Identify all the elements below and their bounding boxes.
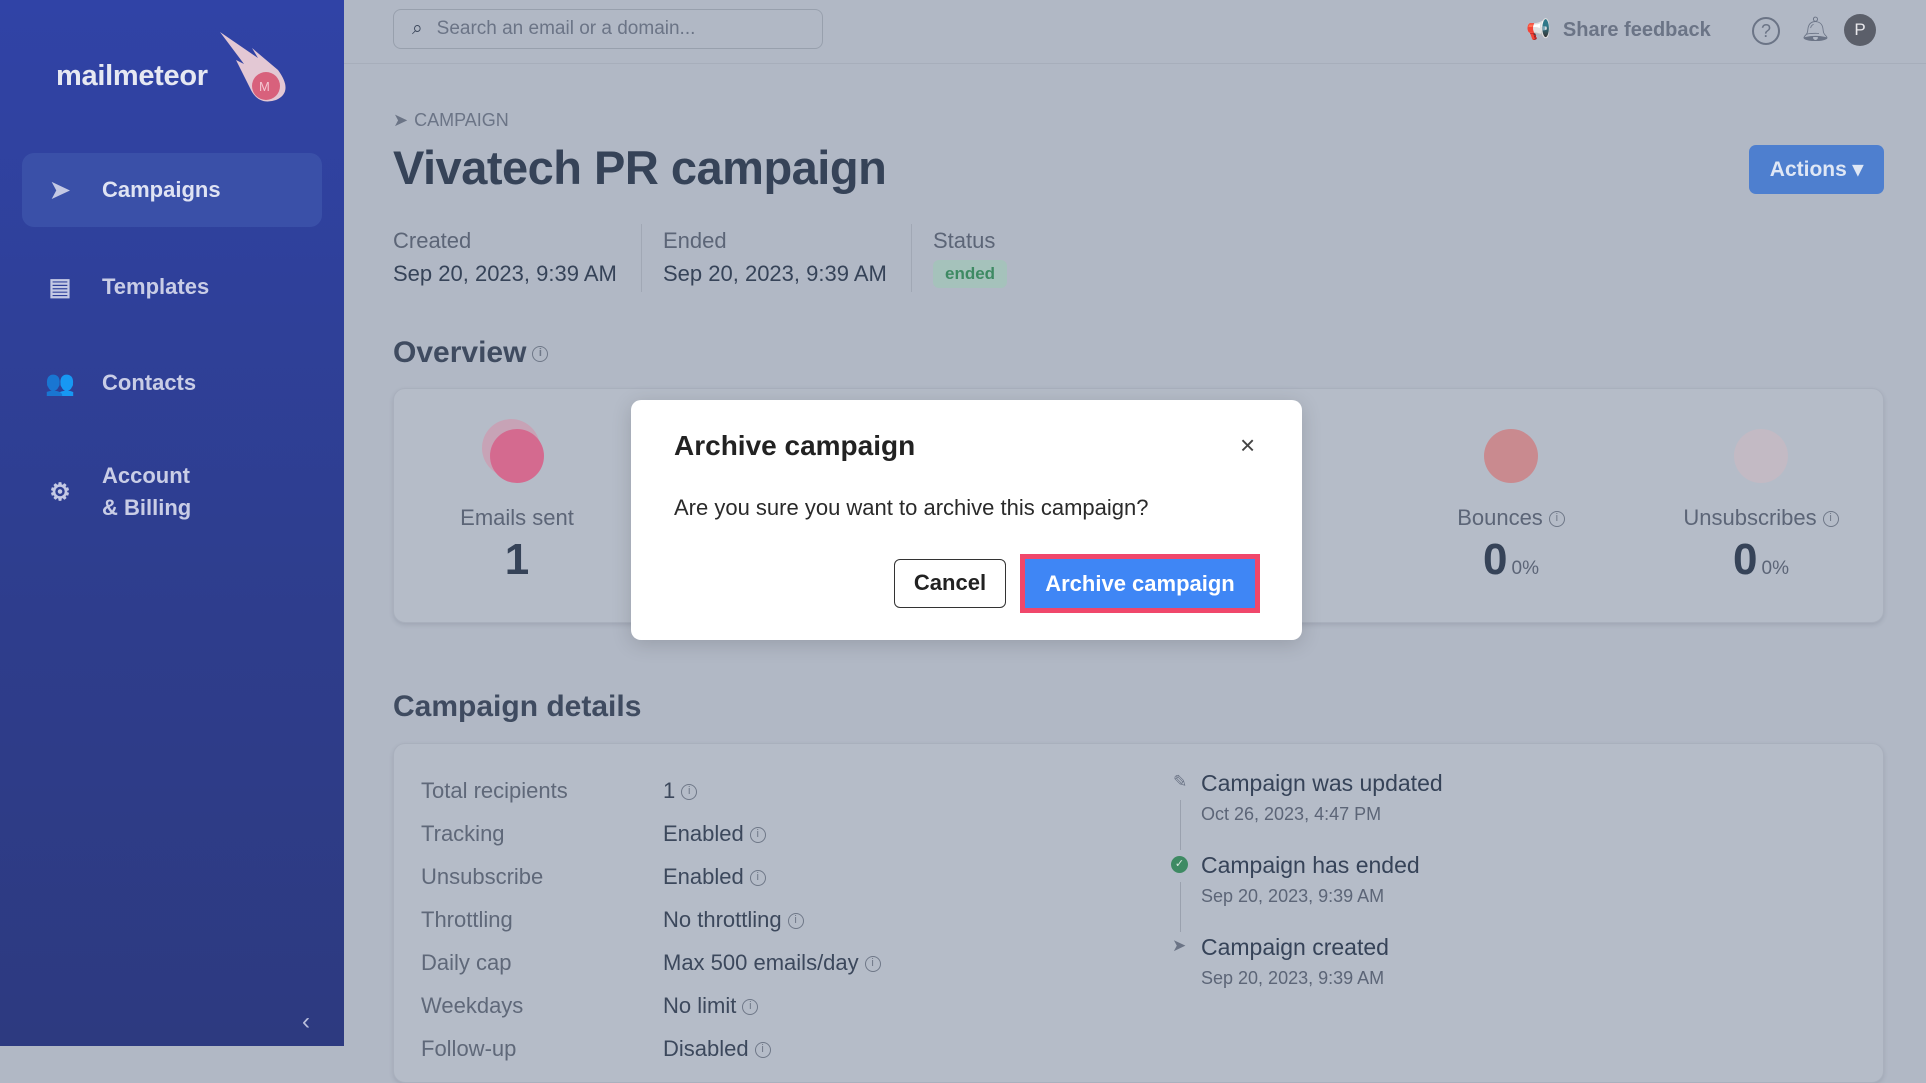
sidebar-item-label: Contacts [102,370,197,395]
pencil-icon: ✎ [1173,772,1188,791]
paper-plane-icon: ➤ [49,176,71,204]
archive-campaign-modal: Archive campaign × Are you sure you want… [631,400,1302,640]
info-icon[interactable]: i [754,1042,771,1059]
divider [911,224,912,292]
modal-body: Are you sure you want to archive this ca… [674,495,1149,520]
document-icon: ▤ [48,273,72,301]
close-icon[interactable]: × [1240,430,1255,461]
info-icon[interactable]: i [1822,511,1839,528]
archive-campaign-button[interactable]: Archive campaign [1020,554,1260,613]
info-icon[interactable]: i [749,827,766,844]
sad-face-icon [1734,429,1788,483]
overview-heading: Overview i [393,336,549,370]
page-title: Vivatech PR campaign [393,141,887,194]
info-icon[interactable]: i [749,870,766,887]
campaign-details-card: Total recipients 1 i Tracking Enabled i Unsu… [393,743,1884,1083]
cancel-button[interactable]: Cancel [894,559,1006,608]
users-icon: 👥 [45,369,75,397]
neutral-face-icon [1484,429,1538,483]
bell-icon[interactable]: 🔔︎ [1800,15,1830,44]
info-icon[interactable]: i [742,999,759,1016]
timeline-line [1180,882,1181,932]
share-feedback-button[interactable]: 📢 Share feedback [1526,17,1711,42]
info-icon[interactable]: i [864,956,881,973]
ended-label: Ended [663,228,727,253]
divider [641,224,642,292]
search-input[interactable]: ⌕ Search an email or a domain... [393,9,823,49]
top-bar: ⌕ Search an email or a domain... 📢 Share f… [344,0,1926,64]
meteor-logo-icon: M [220,32,286,102]
info-icon[interactable]: i [681,784,698,801]
created-value: Sep 20, 2023, 9:39 AM [393,261,617,286]
created-label: Created [393,228,472,253]
timeline-line [1180,800,1181,850]
info-icon[interactable]: i [787,913,804,930]
sidebar-item-campaigns[interactable]: ➤ Campaigns [22,153,322,227]
info-icon[interactable]: i [532,346,549,363]
sidebar-item-label: Campaigns [102,177,221,202]
help-icon[interactable]: ? [1752,17,1780,45]
happy-face-icon [490,429,544,483]
stat-bounces: Bounces i 0 0% [1401,429,1621,585]
sidebar-item-label: Templates [102,274,210,299]
search-icon: ⌕ [412,18,423,39]
stat-unsubscribes: Unsubscribes i 0 0% [1651,429,1871,585]
status-badge: ended [933,260,1008,288]
gear-icon: ⚙ [49,478,71,506]
sidebar-item-label: Account & Billing [102,463,192,520]
svg-text:M: M [259,79,270,94]
sidebar-item-contacts[interactable]: 👥 Contacts [22,346,322,420]
status-label: Status [933,228,996,253]
info-icon[interactable]: i [1548,511,1565,528]
megaphone-icon: 📢 [1526,19,1551,41]
paper-plane-icon: ➤ [1172,936,1187,955]
actions-dropdown-button[interactable]: Actions ▾ [1749,145,1884,194]
modal-title: Archive campaign [674,430,916,461]
avatar[interactable]: P [1844,14,1876,46]
sidebar-item-templates[interactable]: ▤ Templates [22,250,322,324]
chevron-left-icon[interactable]: ‹ [302,1008,310,1036]
stat-emails-sent: Emails sent 1 [407,429,627,585]
campaign-details-heading: Campaign details [393,690,642,723]
logo: mailmeteor [56,60,208,92]
paper-plane-icon: ➤ [393,110,409,130]
ended-value: Sep 20, 2023, 9:39 AM [663,261,887,286]
sidebar: mailmeteor M ➤ Campaigns ▤ Templates 👥 Cont… [0,0,344,1046]
breadcrumb[interactable]: ➤ CAMPAIGN [393,110,509,131]
check-circle-icon: ✓ [1171,856,1188,873]
sidebar-item-account-billing[interactable]: ⚙ Account & Billing [22,452,322,532]
